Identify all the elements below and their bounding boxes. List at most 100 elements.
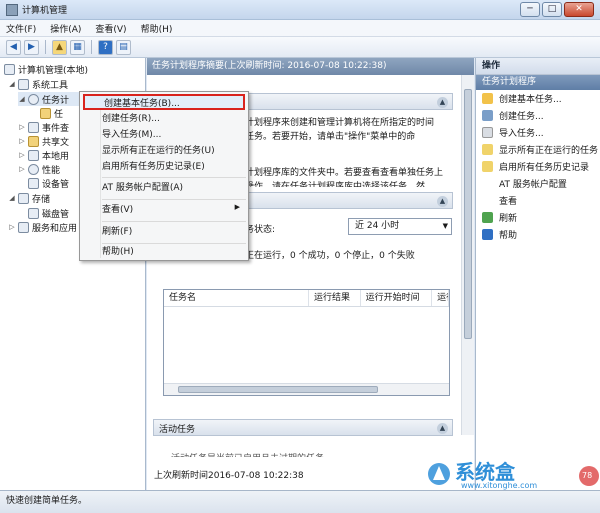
tree-item-computer-management[interactable]: 计算机管理(本地) bbox=[4, 62, 88, 76]
tree-item-services-applications[interactable]: ▷ 服务和应用 bbox=[8, 220, 77, 234]
task-status-table: 任务名 运行结果 运行开始时间 运行 bbox=[163, 289, 450, 396]
action-at-service-account[interactable]: AT 服务帐户配置 bbox=[476, 175, 600, 192]
running-tasks-icon bbox=[482, 144, 493, 155]
active-tasks-section-bar[interactable]: 活动任务 ▲ bbox=[153, 419, 453, 436]
device-manager-icon bbox=[28, 177, 39, 189]
create-task-icon bbox=[482, 110, 493, 121]
tree-item-system-tools[interactable]: ◢ 系统工具 bbox=[8, 77, 68, 91]
menu-item-view[interactable]: 查看(V) bbox=[102, 202, 133, 218]
tree-item-disk-management[interactable]: 磁盘管 bbox=[28, 206, 69, 220]
create-basic-task-icon bbox=[482, 93, 493, 104]
table-header: 任务名 运行结果 运行开始时间 运行 bbox=[164, 290, 450, 307]
show-tree-icon[interactable]: ▦ bbox=[70, 39, 85, 55]
menu-item-create-task[interactable]: 创建任务(R)... bbox=[102, 111, 160, 127]
tree-item-device-manager[interactable]: 设备管 bbox=[28, 176, 69, 190]
toolbar: ◀ ▶ ▲ ▦ ? ▤ bbox=[0, 37, 600, 58]
toolbar-separator bbox=[91, 40, 92, 54]
menu-item-at-service-account[interactable]: AT 服务帐户配置(A) bbox=[102, 180, 183, 196]
users-icon bbox=[28, 149, 39, 161]
back-arrow-icon[interactable]: ◀ bbox=[6, 39, 21, 55]
actions-subheader[interactable]: 任务计划程序 bbox=[476, 75, 600, 90]
overview-text-3: 计划程序库的文件夹中。若要查看查看单独任务上 bbox=[245, 168, 444, 178]
storage-icon bbox=[18, 192, 29, 204]
expand-toggle-icon[interactable]: ▷ bbox=[18, 123, 26, 131]
action-refresh[interactable]: 刷新 bbox=[476, 209, 600, 226]
expand-toggle-icon[interactable]: ◢ bbox=[18, 95, 26, 103]
action-view[interactable]: 查看 bbox=[476, 192, 600, 209]
refresh-icon bbox=[482, 212, 493, 223]
action-create-basic-task[interactable]: 创建基本任务... bbox=[476, 90, 600, 107]
menu-item-enable-history[interactable]: 启用所有任务历史记录(E) bbox=[102, 159, 205, 175]
menu-file[interactable]: 文件(F) bbox=[6, 22, 36, 35]
tree-item-task-library[interactable]: 任 bbox=[40, 106, 63, 120]
expand-toggle-icon[interactable]: ▷ bbox=[18, 137, 26, 145]
close-button[interactable]: ✕ bbox=[564, 2, 594, 17]
expand-toggle-icon[interactable]: ▷ bbox=[18, 165, 26, 173]
overview-text-2: 任务。若要开始，请单击"操作"菜单中的命 bbox=[245, 132, 416, 142]
expand-toggle-icon[interactable]: ▷ bbox=[8, 223, 16, 231]
collapse-icon[interactable]: ▲ bbox=[437, 423, 448, 434]
menu-help[interactable]: 帮助(H) bbox=[141, 22, 173, 35]
chevron-down-icon: ▼ bbox=[442, 222, 448, 230]
action-show-running-tasks[interactable]: 显示所有正在运行的任务 bbox=[476, 141, 600, 158]
toolbar-separator bbox=[45, 40, 46, 54]
last-refresh-time: 上次刷新时间2016-07-08 10:22:38 bbox=[154, 471, 304, 481]
import-task-icon bbox=[482, 127, 493, 138]
action-create-task[interactable]: 创建任务... bbox=[476, 107, 600, 124]
tree-item-shared-folders[interactable]: ▷ 共享文 bbox=[18, 134, 69, 148]
column-run-start-time[interactable]: 运行开始时间 bbox=[361, 290, 433, 306]
actions-pane: 操作 任务计划程序 创建基本任务... 创建任务... 导入任务... 显示所有… bbox=[475, 58, 600, 490]
expand-toggle-icon[interactable]: ▷ bbox=[18, 151, 26, 159]
scrollbar-thumb[interactable] bbox=[464, 89, 472, 339]
overview-text-4: 操作，请在任务计划程序库中选择该任务，然 bbox=[245, 182, 426, 187]
disk-icon bbox=[28, 207, 39, 219]
expand-toggle-icon[interactable]: ◢ bbox=[8, 194, 16, 202]
table-horizontal-scrollbar[interactable] bbox=[164, 383, 449, 395]
summary-vertical-scrollbar[interactable] bbox=[461, 75, 474, 435]
minimize-button[interactable]: ─ bbox=[520, 2, 540, 17]
overview-text-1: 计划程序来创建和管理计算机将在所指定的时间 bbox=[245, 118, 435, 128]
tree-item-performance[interactable]: ▷ 性能 bbox=[18, 162, 60, 176]
column-task-name[interactable]: 任务名 bbox=[164, 290, 309, 306]
scrollbar-thumb[interactable] bbox=[178, 386, 378, 393]
maximize-button[interactable]: □ bbox=[542, 2, 562, 17]
expand-toggle-icon[interactable]: ◢ bbox=[8, 80, 16, 88]
action-help[interactable]: 帮助 bbox=[476, 226, 600, 243]
column-run-end[interactable]: 运行 bbox=[432, 290, 450, 306]
action-enable-history[interactable]: 启用所有任务历史记录 bbox=[476, 158, 600, 175]
services-icon bbox=[18, 221, 29, 233]
title-bar: 计算机管理 ─ □ ✕ bbox=[0, 0, 600, 20]
event-viewer-icon bbox=[28, 121, 39, 133]
help-icon bbox=[482, 229, 493, 240]
up-folder-icon[interactable]: ▲ bbox=[52, 39, 67, 55]
performance-icon bbox=[28, 163, 39, 175]
help-icon[interactable]: ? bbox=[98, 39, 113, 55]
active-tasks-description: 活动任务是当前已启用且未过期的任务。 bbox=[171, 451, 381, 457]
window-title: 计算机管理 bbox=[22, 6, 68, 16]
site-watermark: 系统盒 www.xitonghe.com 78 bbox=[425, 454, 600, 494]
menu-action[interactable]: 操作(A) bbox=[50, 22, 81, 35]
collapse-icon[interactable]: ▲ bbox=[437, 196, 448, 207]
active-tasks-title: 活动任务 bbox=[159, 425, 196, 435]
tree-item-event-viewer[interactable]: ▷ 事件查 bbox=[18, 120, 69, 134]
tree-item-storage[interactable]: ◢ 存储 bbox=[8, 191, 50, 205]
submenu-arrow-icon: ▶ bbox=[234, 203, 240, 211]
menu-item-show-running-tasks[interactable]: 显示所有正在运行的任务(U) bbox=[102, 143, 215, 159]
menu-item-help[interactable]: 帮助(H) bbox=[102, 244, 134, 260]
menu-bar: 文件(F) 操作(A) 查看(V) 帮助(H) bbox=[0, 20, 600, 37]
column-run-result[interactable]: 运行结果 bbox=[309, 290, 361, 306]
menu-view[interactable]: 查看(V) bbox=[95, 22, 126, 35]
forward-arrow-icon[interactable]: ▶ bbox=[24, 39, 39, 55]
menu-item-create-basic-task[interactable]: 创建基本任务(B)... bbox=[83, 94, 245, 110]
tree-item-local-users[interactable]: ▷ 本地用 bbox=[18, 148, 69, 162]
folder-icon bbox=[40, 107, 51, 119]
properties-icon[interactable]: ▤ bbox=[116, 39, 131, 55]
action-import-task[interactable]: 导入任务... bbox=[476, 124, 600, 141]
status-period-select[interactable]: 近 24 小时 ▼ bbox=[348, 218, 452, 235]
collapse-icon[interactable]: ▲ bbox=[437, 97, 448, 108]
menu-item-import-task[interactable]: 导入任务(M)... bbox=[102, 127, 161, 143]
menu-separator bbox=[102, 177, 246, 178]
menu-item-refresh[interactable]: 刷新(F) bbox=[102, 224, 132, 240]
context-menu: 创建基本任务(B)... 创建任务(R)... 导入任务(M)... 显示所有正… bbox=[79, 91, 249, 261]
history-icon bbox=[482, 161, 493, 172]
